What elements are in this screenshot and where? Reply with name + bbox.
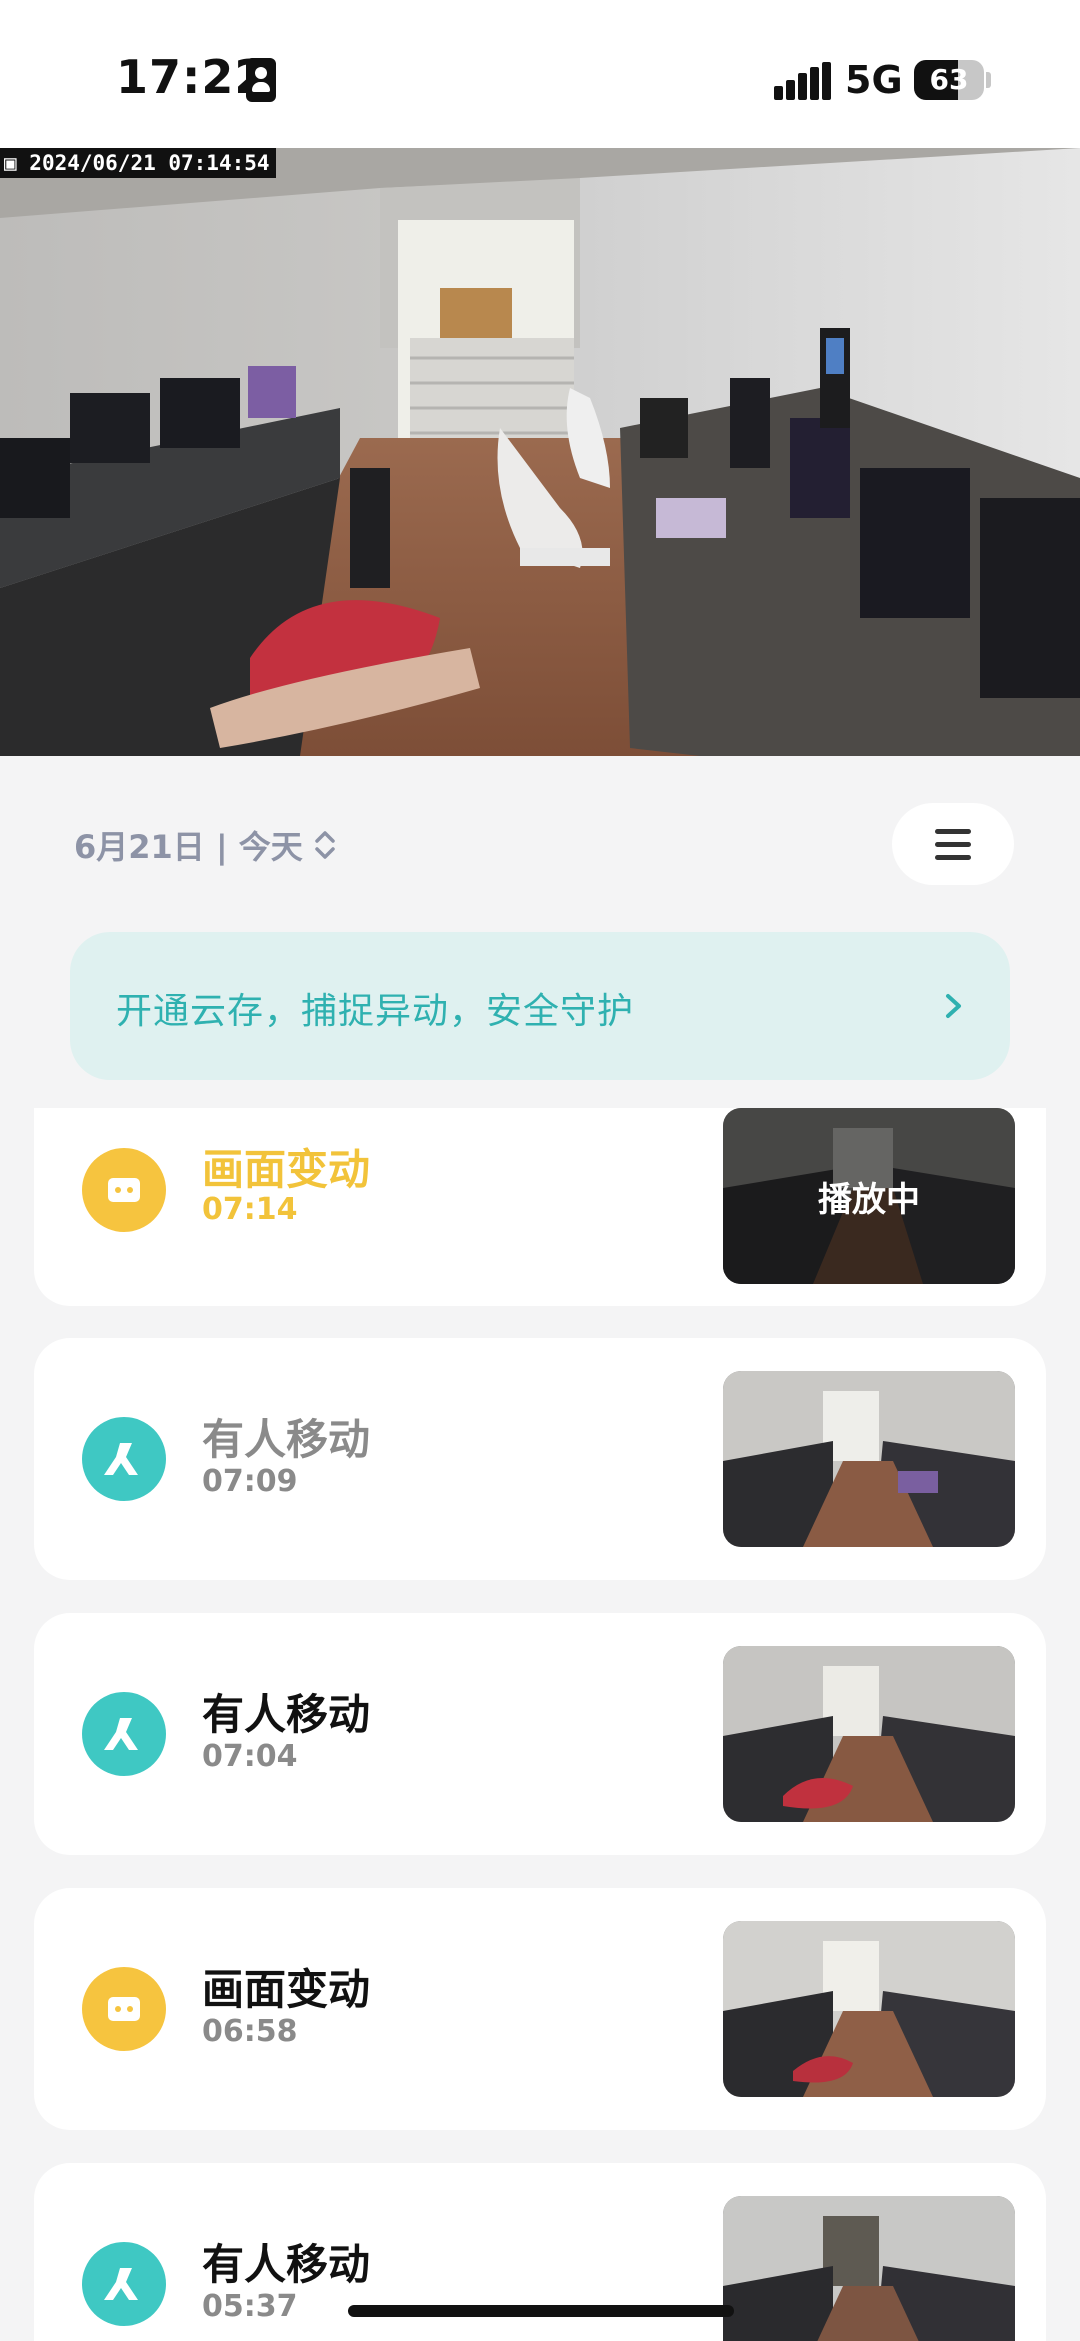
- event-title: 有人移动: [202, 1415, 371, 1464]
- event-thumbnail[interactable]: [723, 1371, 1015, 1547]
- event-thumbnail[interactable]: 播放中: [723, 1108, 1015, 1284]
- battery-level: 63: [929, 63, 969, 96]
- battery-cap: [986, 72, 991, 88]
- camera-feed[interactable]: ▣ 2024/06/21 07:14:54: [0, 148, 1080, 756]
- date-selector[interactable]: 6月21日 | 今天: [74, 820, 337, 870]
- network-type: 5G: [845, 58, 903, 102]
- person-walk-icon: [82, 1692, 166, 1776]
- event-thumbnail[interactable]: [723, 1921, 1015, 2097]
- event-card[interactable]: 画面变动 06:58: [34, 1888, 1046, 2130]
- battery-icon: 63: [914, 60, 984, 100]
- menu-button[interactable]: [892, 803, 1014, 885]
- event-title: 画面变动: [202, 1965, 371, 2014]
- banner-text: 开通云存，捕捉异动，安全守护: [116, 991, 635, 1032]
- camera-scene: [0, 148, 1080, 756]
- feed-timestamp: ▣ 2024/06/21 07:14:54: [0, 148, 276, 178]
- event-title: 有人移动: [202, 1690, 371, 1739]
- event-time: 07:14: [202, 1192, 298, 1227]
- expand-updown-icon: [315, 831, 335, 859]
- event-card[interactable]: 有人移动 07:04: [34, 1613, 1046, 1855]
- person-walk-icon: [82, 1417, 166, 1501]
- status-bar: 17:22 5G 63: [0, 0, 1080, 148]
- event-time: 06:58: [202, 2014, 298, 2049]
- event-time: 05:37: [202, 2289, 298, 2324]
- date-label: 6月21日 | 今天: [74, 828, 303, 866]
- camera-icon: ▣: [4, 151, 30, 175]
- event-card[interactable]: 画面变动 07:14 播放中: [34, 1108, 1046, 1306]
- event-thumbnail[interactable]: [723, 1646, 1015, 1822]
- home-indicator[interactable]: [348, 2305, 734, 2317]
- contact-card-icon: [246, 58, 276, 102]
- event-time: 07:09: [202, 1464, 298, 1499]
- playing-label: 播放中: [723, 1108, 1015, 1284]
- clock: 17:22: [116, 50, 268, 104]
- event-card[interactable]: 有人移动 07:09: [34, 1338, 1046, 1580]
- chevron-right-icon: [946, 994, 961, 1018]
- event-thumbnail[interactable]: [723, 2196, 1015, 2341]
- event-title: 画面变动: [202, 1145, 371, 1194]
- menu-icon: [935, 829, 971, 834]
- motion-frame-icon: [82, 1148, 166, 1232]
- motion-frame-icon: [82, 1967, 166, 2051]
- person-walk-icon: [82, 2242, 166, 2326]
- event-time: 07:04: [202, 1739, 298, 1774]
- cloud-storage-banner[interactable]: 开通云存，捕捉异动，安全守护: [70, 932, 1010, 1080]
- event-title: 有人移动: [202, 2240, 371, 2289]
- signal-bars-icon: [774, 62, 831, 100]
